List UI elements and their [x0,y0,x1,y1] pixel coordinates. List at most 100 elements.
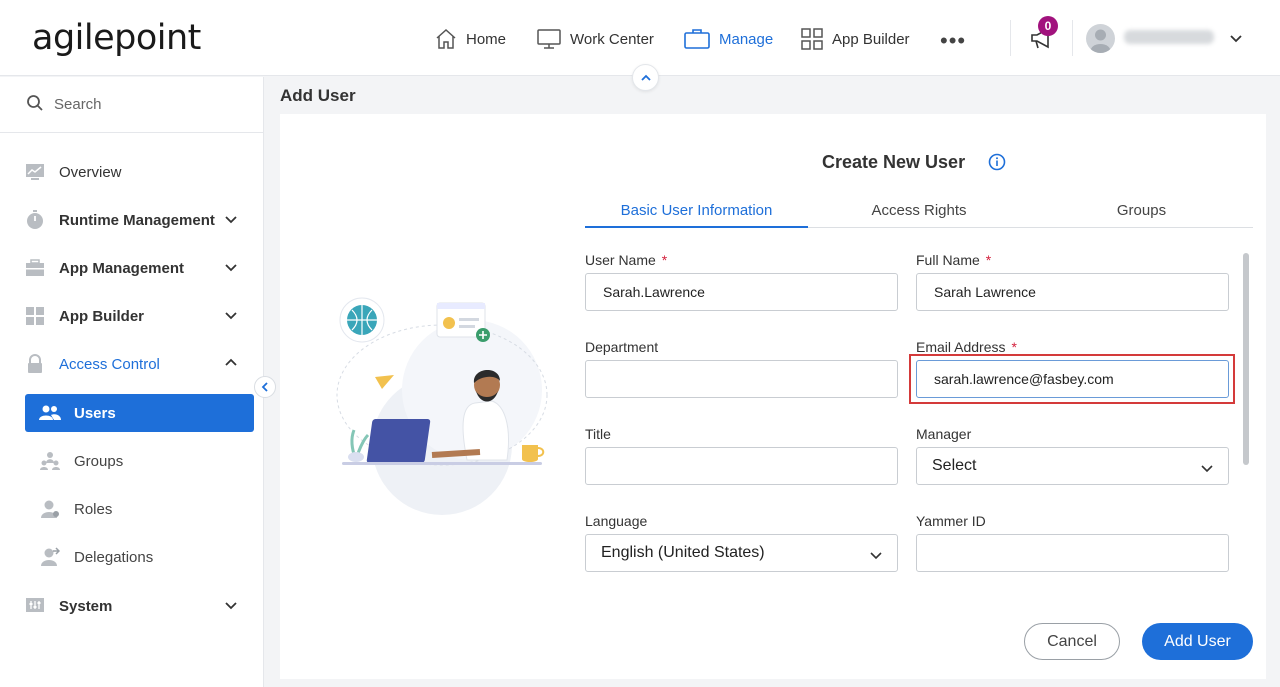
sidebar-subitem-label: Roles [74,500,113,518]
nav-work-center[interactable]: Work Center [536,24,654,54]
scroll-thumb[interactable] [1243,253,1249,465]
sidebar-item-access-control[interactable]: Access Control [24,345,254,383]
nav-manage-label: Manage [719,30,774,48]
sidebar-item-label: App Builder [59,307,144,325]
sidebar-collapse-button[interactable] [254,376,276,398]
tab-basic-user-information[interactable]: Basic User Information [585,196,808,228]
search-icon [26,94,44,116]
briefcase-icon [683,27,711,51]
groups-icon [39,450,61,472]
nav-manage[interactable]: Manage [683,24,773,54]
card-title: Create New User [822,152,966,172]
chevron-down-icon[interactable] [224,598,238,616]
full-name-value: Sarah Lawrence [934,284,1036,300]
full-name-input[interactable]: Sarah Lawrence [916,273,1229,311]
chevron-down-icon[interactable] [224,260,238,278]
nav-app-builder-label: App Builder [832,30,910,48]
home-icon [434,27,458,51]
manager-select[interactable]: Select [916,447,1229,485]
sidebar-item-label: App Management [59,259,185,277]
users-icon [39,402,61,424]
sidebar-subitem-label: Groups [74,452,124,470]
sidebar-item-runtime-management[interactable]: Runtime Management [24,201,254,239]
user-name-blurred[interactable] [1124,30,1214,44]
search-placeholder: Search [54,96,102,113]
email-label-text: Email Address [916,339,1006,355]
user-name-value: Sarah.Lawrence [603,284,705,300]
grid-icon [24,305,46,327]
header-divider [1010,20,1011,56]
email-label: Email Address * [916,339,1017,355]
lock-icon [24,353,46,375]
info-icon[interactable] [988,153,1006,176]
sliders-icon [24,595,46,617]
nav-work-center-label: Work Center [570,30,654,48]
chevron-down-icon[interactable] [1228,30,1244,51]
chevron-down-icon[interactable] [224,212,238,230]
yammer-label: Yammer ID [916,513,986,529]
sidebar-subitem-label: Users [74,404,116,422]
sidebar-subitem-groups[interactable]: Groups [25,442,254,480]
sidebar-subitem-label: Delegations [74,548,154,566]
grid-icon [800,27,824,51]
more-menu-icon[interactable]: ••• [940,28,966,54]
manager-value: Select [932,457,977,474]
header-divider [1072,20,1073,56]
language-label: Language [585,513,648,529]
chevron-down-icon [1200,461,1214,480]
sidebar-search[interactable]: Search [0,77,263,133]
chevron-down-icon [869,548,883,567]
roles-icon [39,498,61,520]
chart-icon [24,161,46,183]
toolbox-icon [24,257,46,279]
user-name-label: User Name * [585,252,667,268]
tab-access-rights[interactable]: Access Rights [808,196,1030,227]
department-label: Department [585,339,659,355]
cancel-button[interactable]: Cancel [1024,623,1120,660]
agilepoint-logo[interactable]: agilepoint [32,18,201,58]
full-name-label: Full Name * [916,252,991,268]
nav-home-label: Home [466,30,507,48]
sidebar-item-label: Runtime Management [59,211,215,229]
tab-bar: Basic User Information Access Rights Gro… [585,196,1253,228]
sidebar-subitem-delegations[interactable]: Delegations [25,538,254,576]
delegation-icon [39,546,61,568]
sidebar-item-label: Overview [59,163,122,181]
sidebar-subitem-roles[interactable]: Roles [25,490,254,528]
full-name-label-text: Full Name [916,252,980,268]
user-form: User Name * Sarah.Lawrence Full Name * Sar… [585,240,1235,604]
sidebar-item-system[interactable]: System [24,587,254,625]
department-input[interactable] [585,360,898,398]
required-marker: * [661,252,668,268]
tab-groups[interactable]: Groups [1030,196,1253,227]
sidebar-item-label: Access Control [59,355,160,373]
user-name-input[interactable]: Sarah.Lawrence [585,273,898,311]
sidebar-subitem-users[interactable]: Users [25,394,254,432]
title-input[interactable] [585,447,898,485]
sidebar-item-app-builder[interactable]: App Builder [24,297,254,335]
sidebar-item-overview[interactable]: Overview [24,153,254,191]
email-highlight-box [909,354,1235,404]
yammer-input[interactable] [916,534,1229,572]
sidebar-item-label: System [59,597,113,615]
sidebar-item-app-management[interactable]: App Management [24,249,254,287]
timer-icon [24,209,46,231]
monitor-icon [536,27,562,51]
user-illustration [332,295,552,517]
required-marker: * [1011,339,1017,355]
add-user-button[interactable]: Add User [1142,623,1253,660]
sidebar: Search Overview Runtime Management App M… [0,77,264,687]
collapse-header-button[interactable] [632,64,659,91]
nav-app-builder[interactable]: App Builder [800,24,910,54]
manager-label: Manager [916,426,972,442]
notification-badge: 0 [1038,16,1058,36]
chevron-down-icon[interactable] [224,308,238,326]
user-name-label-text: User Name [585,252,656,268]
chevron-up-icon[interactable] [224,356,238,374]
language-select[interactable]: English (United States) [585,534,898,572]
page-title: Add User [280,86,356,105]
avatar[interactable] [1086,24,1115,53]
required-marker: * [985,252,992,268]
language-value: English (United States) [601,544,765,561]
nav-home[interactable]: Home [434,24,506,54]
